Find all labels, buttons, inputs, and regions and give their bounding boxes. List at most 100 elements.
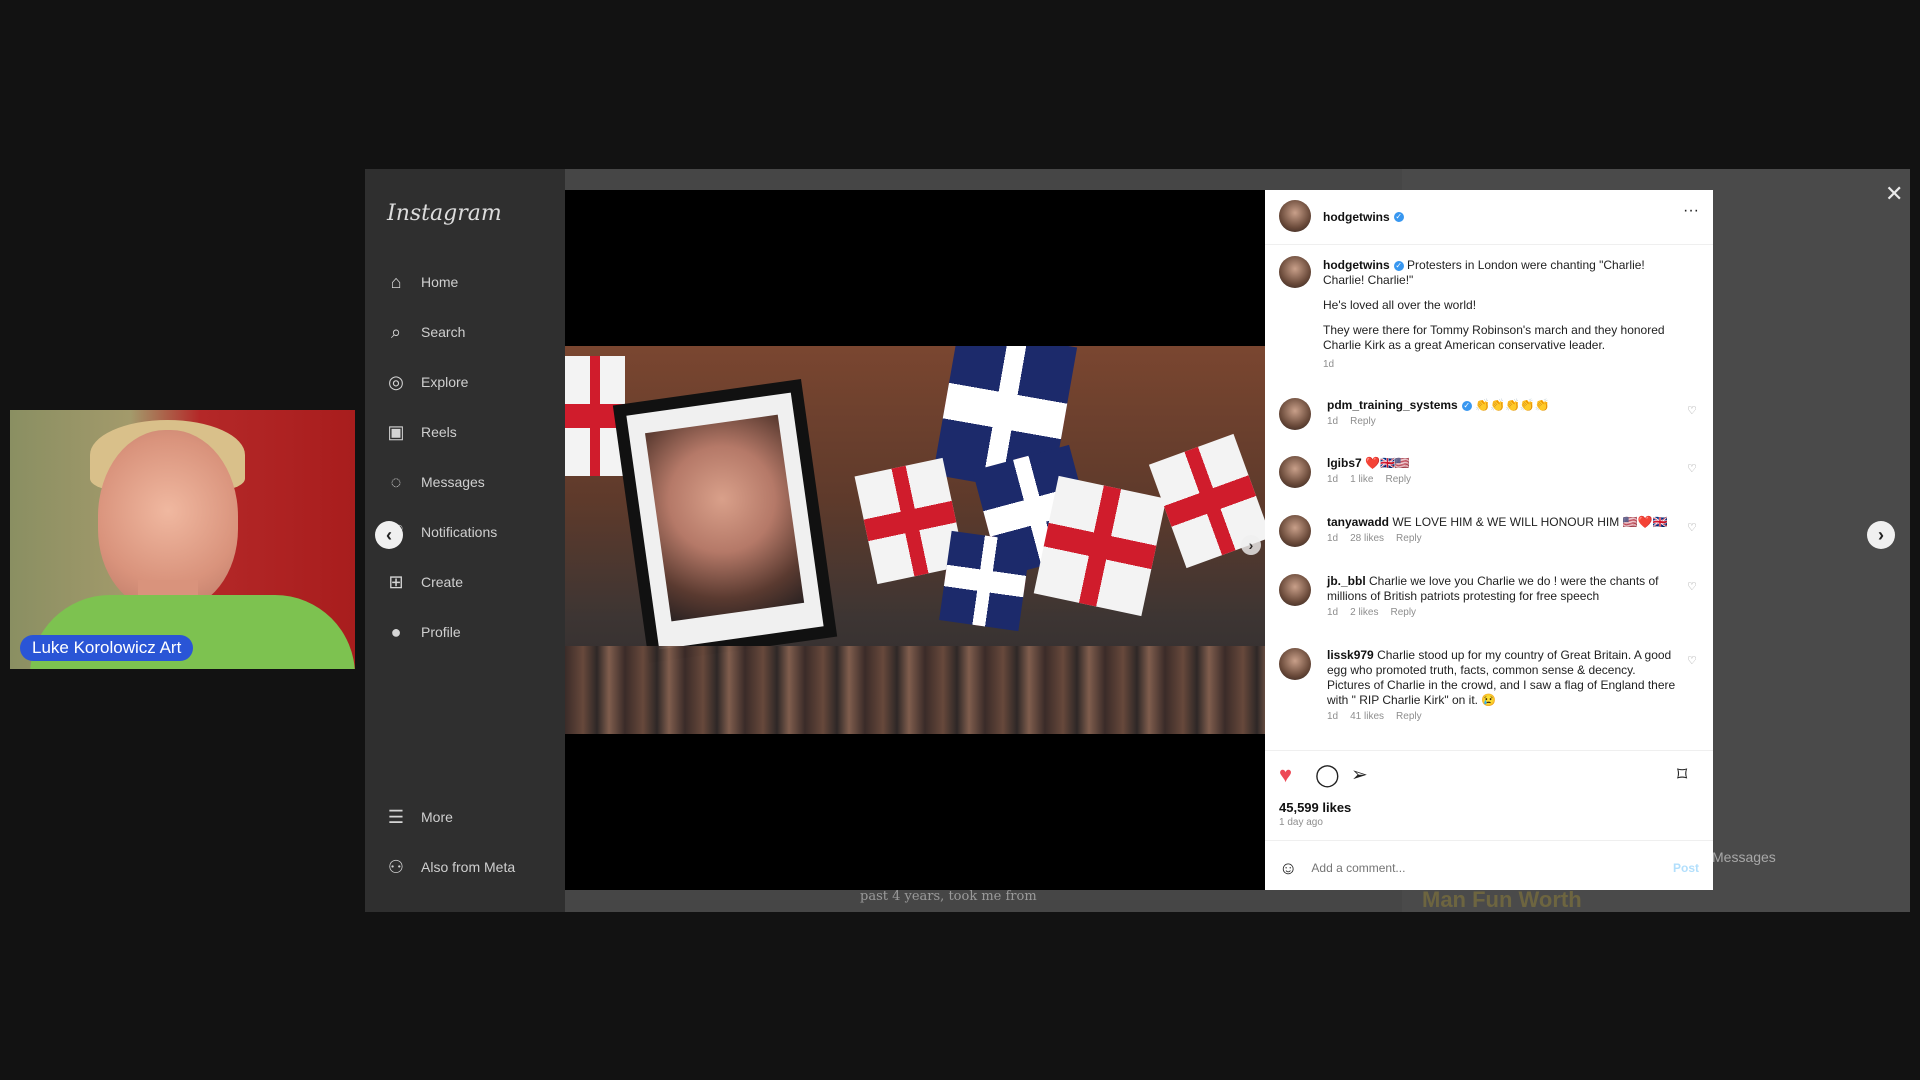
messenger-icon: ◌ xyxy=(390,472,402,492)
sidebar-item-reels[interactable]: ▣ Reels xyxy=(385,417,457,447)
divider xyxy=(1265,244,1713,245)
post-details-panel: hodgetwins ✓ ··· hodgetwins ✓ Protesters i… xyxy=(1265,190,1713,890)
sidebar-item-label: Profile xyxy=(421,624,461,640)
reply-link[interactable]: Reply xyxy=(1396,711,1422,722)
like-comment-heart-icon[interactable]: ♡ xyxy=(1687,654,1697,667)
bookmark-icon[interactable]: ⌑ xyxy=(1677,762,1687,787)
webcam-feed: Luke Korolowicz Art xyxy=(10,410,355,669)
caption-time: 1d xyxy=(1323,359,1335,370)
comment-text: ❤️🇬🇧🇺🇸 xyxy=(1365,456,1410,470)
caption-avatar[interactable] xyxy=(1279,256,1311,288)
comment-username[interactable]: lgibs7 xyxy=(1327,456,1362,470)
comment-likes[interactable]: 28 likes xyxy=(1350,533,1384,544)
comment-likes[interactable]: 41 likes xyxy=(1350,711,1384,722)
instagram-window: Instagram ⌂ Home ⌕ Search ◎ Explore ▣ Re… xyxy=(365,169,1910,912)
comment-text: Charlie stood up for my country of Great… xyxy=(1327,648,1676,707)
comment-avatar[interactable] xyxy=(1279,398,1311,430)
next-media-button[interactable]: › xyxy=(1241,535,1261,555)
more-options-icon[interactable]: ··· xyxy=(1683,202,1699,220)
reply-link[interactable]: Reply xyxy=(1350,416,1376,427)
sidebar-item-explore[interactable]: ◎ Explore xyxy=(385,367,468,397)
compass-icon: ◎ xyxy=(388,372,404,392)
like-comment-heart-icon[interactable]: ♡ xyxy=(1687,462,1697,475)
portrait-image xyxy=(645,414,805,622)
comment-time: 1d xyxy=(1327,474,1339,485)
comment-text: WE LOVE HIM & WE WILL HONOUR HIM 🇺🇸❤️🇬🇧 xyxy=(1392,515,1668,529)
meta-apps-icon: ⚇ xyxy=(387,857,405,877)
caption-username[interactable]: hodgetwins xyxy=(1323,258,1390,272)
sidebar-item-search[interactable]: ⌕ Search xyxy=(385,317,465,347)
comment-username[interactable]: tanyawadd xyxy=(1327,515,1389,529)
comment-time: 1d xyxy=(1327,533,1339,544)
post-photo xyxy=(565,346,1265,734)
comment-time: 1d xyxy=(1327,711,1339,722)
sidebar-item-label: Home xyxy=(421,274,459,290)
previous-post-button[interactable]: ‹ xyxy=(375,521,403,549)
sidebar-item-also-from-meta[interactable]: ⚇ Also from Meta xyxy=(385,852,515,882)
sidebar-item-more[interactable]: ☰ More xyxy=(385,802,453,832)
post-author[interactable]: hodgetwins ✓ xyxy=(1323,208,1404,226)
background-messages-label: Messages xyxy=(1712,849,1776,865)
reply-link[interactable]: Reply xyxy=(1390,607,1416,618)
comment-avatar[interactable] xyxy=(1279,574,1311,606)
author-username[interactable]: hodgetwins xyxy=(1323,210,1390,224)
sidebar-item-label: Notifications xyxy=(421,524,498,540)
webcam-name-label: Luke Korolowicz Art xyxy=(20,635,194,661)
reels-icon: ▣ xyxy=(387,422,405,442)
sidebar-item-label: Reels xyxy=(421,424,457,440)
divider xyxy=(1265,840,1713,841)
close-icon[interactable]: ✕ xyxy=(1885,181,1903,207)
comment-avatar[interactable] xyxy=(1279,515,1311,547)
reply-link[interactable]: Reply xyxy=(1385,474,1411,485)
post-media[interactable]: › xyxy=(565,190,1265,890)
comment-username[interactable]: jb._bbl xyxy=(1327,574,1366,588)
next-post-button[interactable]: › xyxy=(1867,521,1895,549)
comment-text: Charlie we love you Charlie we do ! were… xyxy=(1327,574,1659,603)
like-comment-heart-icon[interactable]: ♡ xyxy=(1687,580,1697,593)
caption-text-2: He's loved all over the world! xyxy=(1323,298,1477,312)
comment-time: 1d xyxy=(1327,607,1339,618)
comment-likes[interactable]: 2 likes xyxy=(1350,607,1378,618)
emoji-icon[interactable]: ☺ xyxy=(1279,858,1297,879)
comment-username[interactable]: lissk979 xyxy=(1327,648,1374,662)
search-icon: ⌕ xyxy=(390,322,402,342)
reply-link[interactable]: Reply xyxy=(1396,533,1422,544)
sidebar-item-label: Explore xyxy=(421,374,469,390)
add-comment-row: ☺ Post xyxy=(1279,856,1699,880)
comment-avatar[interactable] xyxy=(1279,456,1311,488)
comment-time: 1d xyxy=(1327,416,1339,427)
sidebar-item-profile[interactable]: ● Profile xyxy=(385,617,461,647)
avatar xyxy=(1279,256,1311,288)
caption-text-3: They were there for Tommy Robinson's mar… xyxy=(1323,323,1665,352)
share-icon[interactable]: ➢ xyxy=(1351,762,1368,787)
post-comment-button[interactable]: Post xyxy=(1673,861,1699,875)
like-heart-icon[interactable]: ♥ xyxy=(1279,762,1292,788)
verified-icon: ✓ xyxy=(1461,400,1472,411)
comment-avatar[interactable] xyxy=(1279,648,1311,680)
comment-username[interactable]: pdm_training_systems xyxy=(1327,398,1458,412)
comment-likes[interactable]: 1 like xyxy=(1350,474,1373,485)
sidebar-item-label: Search xyxy=(421,324,466,340)
post-caption: hodgetwins ✓ Protesters in London were ch… xyxy=(1323,258,1683,372)
sidebar-item-home[interactable]: ⌂ Home xyxy=(385,267,459,297)
likes-count[interactable]: 45,599 likes xyxy=(1279,800,1351,815)
comment-text: 👏👏👏👏👏 xyxy=(1475,398,1550,412)
divider xyxy=(1265,750,1713,751)
video-subtitle: past 4 years, took me from xyxy=(860,889,1037,904)
author-avatar xyxy=(1279,200,1311,232)
sidebar-item-messages[interactable]: ◌ Messages xyxy=(385,467,485,497)
union-jack-flag xyxy=(939,530,1031,632)
portrait-mat xyxy=(626,392,824,650)
sidebar-item-label: Create xyxy=(421,574,464,590)
england-flag xyxy=(1033,475,1167,617)
author-avatar-ring[interactable] xyxy=(1279,200,1311,232)
comment-input[interactable] xyxy=(1309,860,1673,876)
background-partial-text: Man Fun Worth xyxy=(1422,887,1582,912)
crowd xyxy=(565,646,1265,734)
sidebar-item-create[interactable]: ⊞ Create xyxy=(385,567,463,597)
sidebar-item-label: More xyxy=(421,809,453,825)
like-comment-heart-icon[interactable]: ♡ xyxy=(1687,521,1697,534)
comment-icon[interactable]: ◯ xyxy=(1315,762,1340,788)
instagram-logo[interactable]: Instagram xyxy=(387,201,502,226)
like-comment-heart-icon[interactable]: ♡ xyxy=(1687,404,1697,417)
